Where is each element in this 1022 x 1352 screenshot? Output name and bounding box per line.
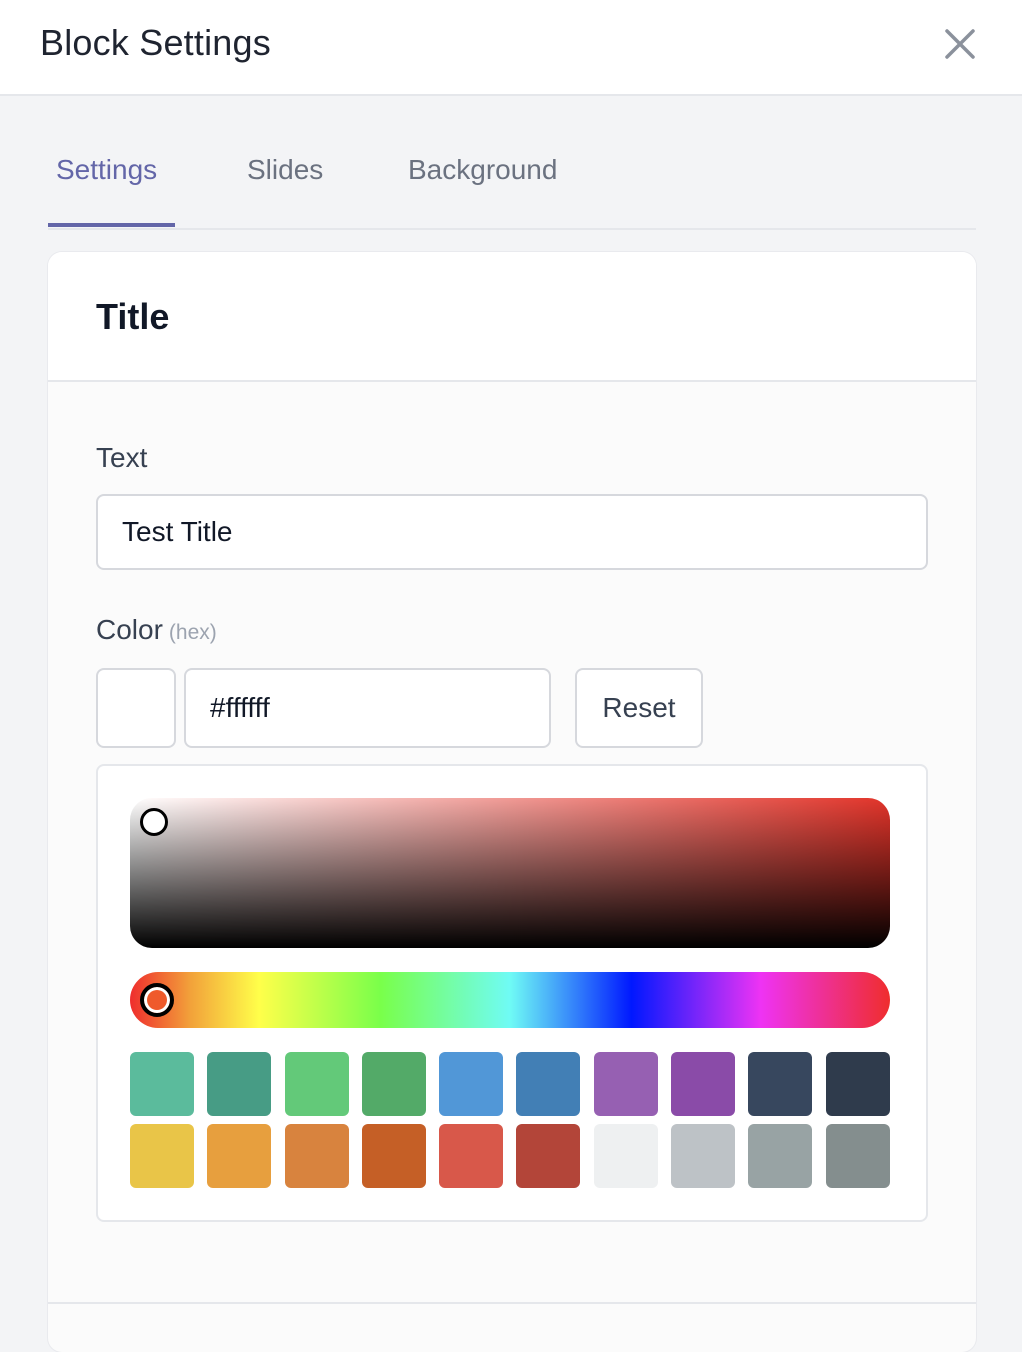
- active-tab-indicator: [48, 223, 175, 227]
- preset-color-swatch[interactable]: [593, 1052, 658, 1116]
- preset-color-swatch[interactable]: [671, 1124, 736, 1188]
- preset-color-swatch[interactable]: [825, 1052, 890, 1116]
- preset-color-swatch[interactable]: [361, 1052, 426, 1116]
- card-header: Title: [48, 252, 976, 382]
- tab-bar: Settings Slides Background: [48, 130, 976, 230]
- preset-color-swatch[interactable]: [207, 1052, 272, 1116]
- tab-slides[interactable]: Slides: [247, 154, 323, 186]
- close-button[interactable]: [940, 24, 980, 64]
- section-title: Title: [96, 296, 170, 337]
- tab-background[interactable]: Background: [408, 154, 557, 186]
- saturation-value-handle[interactable]: [140, 808, 168, 836]
- preset-color-swatch[interactable]: [361, 1124, 426, 1188]
- color-field-label: Color (hex): [96, 614, 217, 646]
- hue-slider-handle[interactable]: [140, 983, 174, 1017]
- title-text-input[interactable]: Test Title: [96, 494, 928, 570]
- saturation-value-area[interactable]: [130, 798, 890, 948]
- hue-slider[interactable]: [130, 972, 890, 1028]
- preset-color-swatch[interactable]: [671, 1052, 736, 1116]
- preset-color-swatch[interactable]: [130, 1052, 194, 1116]
- color-preview-swatch[interactable]: [96, 668, 176, 748]
- preset-color-swatch[interactable]: [439, 1052, 504, 1116]
- preset-color-swatch[interactable]: [284, 1124, 349, 1188]
- preset-color-swatch[interactable]: [516, 1124, 581, 1188]
- preset-color-swatch[interactable]: [516, 1052, 581, 1116]
- hex-color-input[interactable]: #ffffff: [184, 668, 551, 748]
- preset-color-swatch[interactable]: [748, 1124, 813, 1188]
- tab-settings[interactable]: Settings: [56, 154, 157, 186]
- preset-color-swatch[interactable]: [130, 1124, 194, 1188]
- preset-color-swatch[interactable]: [439, 1124, 504, 1188]
- preset-swatches: [130, 1052, 890, 1188]
- color-label-text: Color: [96, 614, 163, 645]
- preset-color-swatch[interactable]: [207, 1124, 272, 1188]
- modal-header: Block Settings: [0, 0, 1022, 96]
- preset-color-swatch[interactable]: [593, 1124, 658, 1188]
- color-picker: [96, 764, 928, 1222]
- preset-color-swatch[interactable]: [825, 1124, 890, 1188]
- close-icon: [945, 29, 975, 59]
- text-field-label: Text: [96, 442, 148, 473]
- reset-button[interactable]: Reset: [575, 668, 703, 748]
- color-label-hint: (hex): [168, 621, 217, 644]
- preset-color-swatch[interactable]: [748, 1052, 813, 1116]
- modal-title: Block Settings: [40, 22, 271, 63]
- title-settings-card: Title Text Test Title Color (hex) #ffffff…: [48, 252, 976, 1352]
- preset-color-swatch[interactable]: [284, 1052, 349, 1116]
- card-section-divider: [48, 1302, 976, 1304]
